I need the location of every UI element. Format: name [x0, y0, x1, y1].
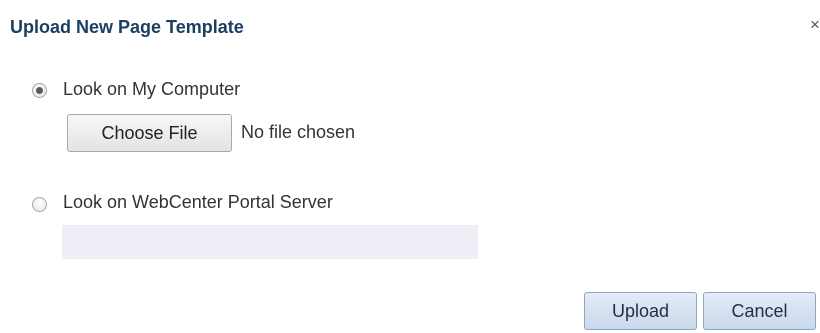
portal-server-field[interactable] [62, 225, 478, 259]
portal-server-radio[interactable] [32, 197, 47, 212]
upload-button[interactable]: Upload [584, 292, 697, 330]
cancel-button[interactable]: Cancel [703, 292, 816, 330]
my-computer-radio[interactable] [32, 83, 47, 98]
upload-template-dialog: Upload New Page Template × Look on My Co… [0, 0, 820, 333]
my-computer-label[interactable]: Look on My Computer [63, 79, 240, 99]
portal-server-label[interactable]: Look on WebCenter Portal Server [63, 192, 333, 212]
close-icon[interactable]: × [810, 15, 820, 35]
file-chosen-status: No file chosen [241, 122, 356, 142]
choose-file-button[interactable]: Choose File [67, 114, 232, 152]
dialog-title: Upload New Page Template [10, 17, 244, 37]
